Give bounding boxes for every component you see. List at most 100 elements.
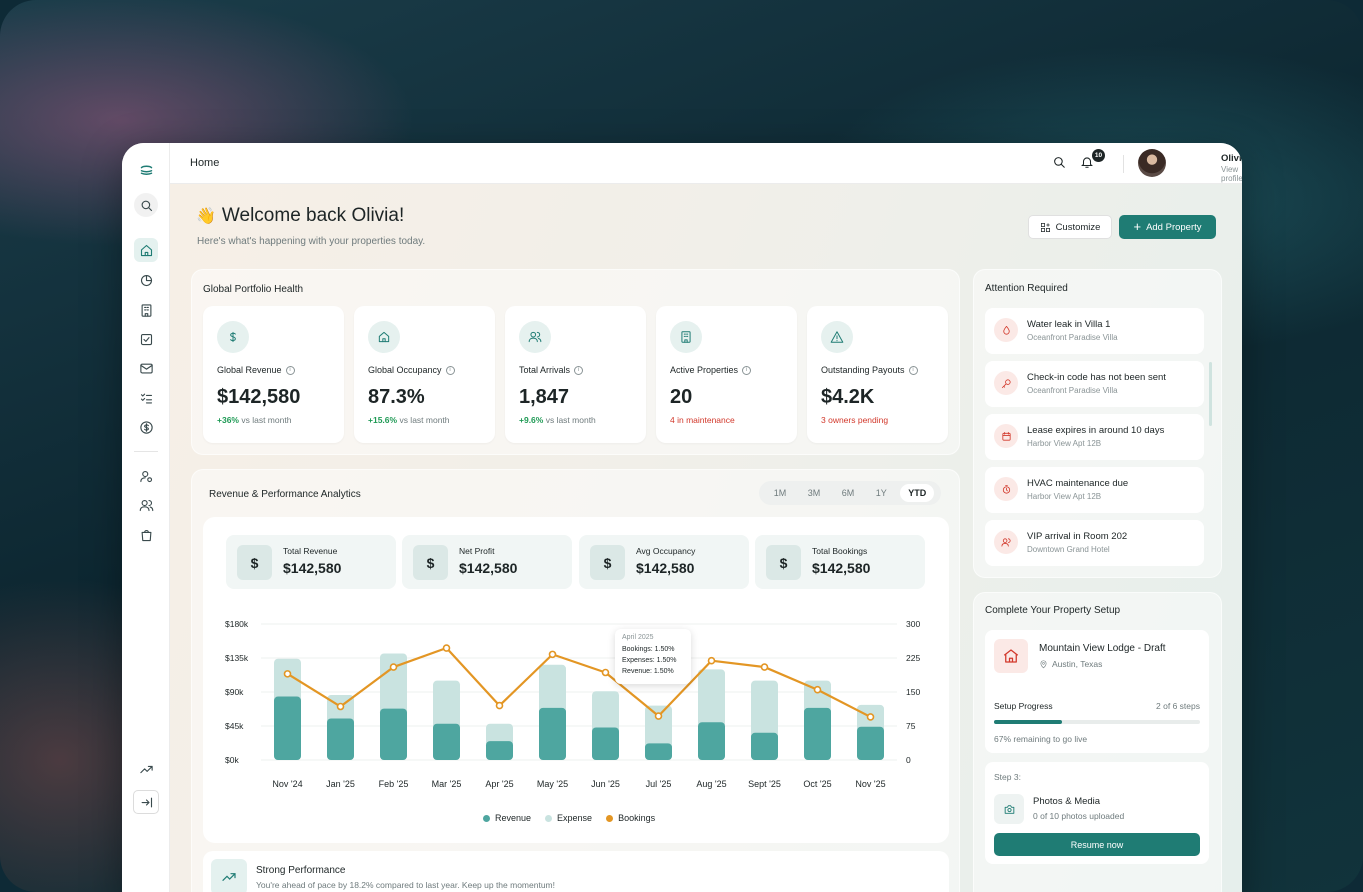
sidebar-item-analytics[interactable]	[134, 268, 158, 292]
attention-item[interactable]: VIP arrival in Room 202 Downtown Grand H…	[985, 520, 1204, 566]
stat-avg-occupancy[interactable]: $ Avg Occupancy $142,580	[579, 535, 749, 589]
app-window: Home 10 Olivia View profile 👋 Welcome ba…	[122, 143, 1242, 892]
attention-item[interactable]: Lease expires in around 10 days Harbor V…	[985, 414, 1204, 460]
y-tick-label-right: 75	[906, 721, 916, 731]
home-icon	[368, 321, 400, 353]
info-icon[interactable]: i	[742, 365, 752, 375]
setup-property-card[interactable]: Mountain View Lodge - Draft Austin, Texa…	[985, 630, 1209, 753]
attention-item-title: HVAC maintenance due	[1027, 478, 1129, 489]
range-tab-6m[interactable]: 6M	[834, 484, 863, 502]
attention-item-sub: Harbor View Apt 12B	[1027, 439, 1102, 448]
dollar-icon: $	[413, 545, 448, 580]
kpi-delta: +15.6% vs last month	[368, 415, 450, 425]
kpi-card-payouts[interactable]: Outstanding Payouts i $4.2K 3 owners pend…	[807, 306, 948, 443]
attention-item-sub: Oceanfront Paradise Villa	[1027, 333, 1118, 342]
chart-tooltip: April 2025 Bookings: 1.50% Expenses: 1.5…	[615, 629, 691, 684]
sidebar-item-messages[interactable]	[134, 356, 158, 380]
kpi-card-arrivals[interactable]: Total Arrivals i 1,847 +9.6% vs last mont…	[505, 306, 646, 443]
tooltip-title: April 2025	[622, 634, 654, 641]
stat-net-profit[interactable]: $ Net Profit $142,580	[402, 535, 572, 589]
bookings-point	[336, 702, 345, 711]
breadcrumb[interactable]: Home	[190, 157, 219, 169]
sidebar-item-bookings[interactable]	[134, 523, 158, 547]
sidebar	[122, 143, 170, 892]
attention-scrollbar[interactable]	[1209, 362, 1212, 426]
kpi-card-properties[interactable]: Active Properties i 20 4 in maintenance	[656, 306, 797, 443]
sidebar-item-properties[interactable]	[134, 298, 158, 322]
timer-icon	[994, 477, 1018, 501]
view-profile-link[interactable]: View profile	[1221, 165, 1242, 183]
bar-revenue	[539, 707, 566, 760]
collapse-sidebar-icon[interactable]	[133, 790, 159, 814]
legend-bookings[interactable]: Bookings	[606, 813, 655, 823]
info-icon[interactable]: i	[574, 365, 584, 375]
y-tick-label-right: 225	[906, 653, 920, 663]
sidebar-item-checklist[interactable]	[134, 386, 158, 410]
x-tick-label: Nov '24	[272, 779, 302, 789]
user-name[interactable]: Olivia	[1221, 153, 1242, 164]
attention-item-sub: Downtown Grand Hotel	[1027, 545, 1110, 554]
attention-item[interactable]: Water leak in Villa 1 Oceanfront Paradis…	[985, 308, 1204, 354]
kpi-value: $142,580	[217, 386, 301, 408]
y-tick-label-left: $135k	[225, 653, 249, 663]
range-tab-3m[interactable]: 3M	[800, 484, 829, 502]
drop-icon	[994, 318, 1018, 342]
x-tick-label: Aug '25	[696, 779, 726, 789]
progress-fill	[994, 720, 1062, 724]
sidebar-item-home[interactable]	[134, 238, 158, 262]
range-tab-1y[interactable]: 1Y	[868, 484, 895, 502]
sidebar-item-team[interactable]	[134, 493, 158, 517]
legend-expense[interactable]: Expense	[545, 813, 592, 823]
progress-steps: 2 of 6 steps	[1156, 701, 1200, 711]
map-pin-icon	[1040, 660, 1047, 668]
logo-icon[interactable]	[134, 157, 158, 181]
sidebar-item-tasks[interactable]	[134, 327, 158, 351]
stat-total-bookings[interactable]: $ Total Bookings $142,580	[755, 535, 925, 589]
info-icon[interactable]: i	[445, 365, 455, 375]
sidebar-search-icon[interactable]	[134, 193, 158, 217]
attention-item[interactable]: Check-in code has not been sent Oceanfro…	[985, 361, 1204, 407]
stat-label: Total Bookings	[812, 546, 868, 556]
insight-title: Strong Performance	[256, 865, 346, 876]
chart-card: $ Total Revenue $142,580 $ Net Profit $1…	[203, 517, 949, 843]
kpi-label: Global Revenue i	[217, 365, 295, 375]
house-icon	[994, 639, 1028, 673]
trending-up-icon	[211, 859, 247, 892]
range-tab-ytd[interactable]: YTD	[900, 484, 935, 502]
sidebar-item-trends[interactable]	[134, 757, 158, 781]
x-tick-label: May '25	[537, 779, 568, 789]
kpi-card-occupancy[interactable]: Global Occupancy i 87.3% +15.6% vs last m…	[354, 306, 495, 443]
users-icon	[519, 321, 551, 353]
wave-emoji: 👋	[196, 208, 216, 225]
bookings-point	[548, 650, 557, 659]
progress-label: Setup Progress	[994, 701, 1053, 711]
property-name: Mountain View Lodge - Draft	[1039, 643, 1166, 654]
insight-text: You're ahead of pace by 18.2% compared t…	[256, 880, 555, 890]
info-icon[interactable]: i	[285, 365, 295, 375]
stat-value: $142,580	[283, 560, 342, 576]
sidebar-item-finance[interactable]	[134, 415, 158, 439]
sidebar-item-user-settings[interactable]	[134, 464, 158, 488]
search-icon[interactable]	[1052, 155, 1068, 171]
setup-step-card: Step 3: Photos & Media 0 of 10 photos up…	[985, 762, 1209, 864]
stat-total-revenue[interactable]: $ Total Revenue $142,580	[226, 535, 396, 589]
add-property-button[interactable]: + Add Property	[1119, 215, 1216, 239]
y-tick-label-left: $0k	[225, 755, 239, 765]
welcome-text: Welcome back Olivia!	[221, 205, 405, 226]
bar-revenue	[380, 708, 407, 760]
x-tick-label: Nov '25	[855, 779, 885, 789]
x-tick-label: Jan '25	[326, 779, 355, 789]
insight-card: Strong Performance You're ahead of pace …	[203, 851, 949, 892]
range-tab-1m[interactable]: 1M	[766, 484, 795, 502]
attention-item[interactable]: HVAC maintenance due Harbor View Apt 12B	[985, 467, 1204, 513]
avatar[interactable]	[1138, 149, 1166, 177]
resume-button[interactable]: Resume now	[994, 833, 1200, 856]
info-icon[interactable]: i	[908, 365, 918, 375]
kpi-value: $4.2K	[821, 386, 875, 408]
y-tick-label-left: $45k	[225, 721, 244, 731]
kpi-card-revenue[interactable]: Global Revenue i $142,580 +36% vs last mo…	[203, 306, 344, 443]
portfolio-title: Global Portfolio Health	[203, 284, 304, 295]
customize-button[interactable]: Customize	[1028, 215, 1112, 239]
bar-revenue	[433, 723, 460, 760]
legend-revenue[interactable]: Revenue	[483, 813, 531, 823]
